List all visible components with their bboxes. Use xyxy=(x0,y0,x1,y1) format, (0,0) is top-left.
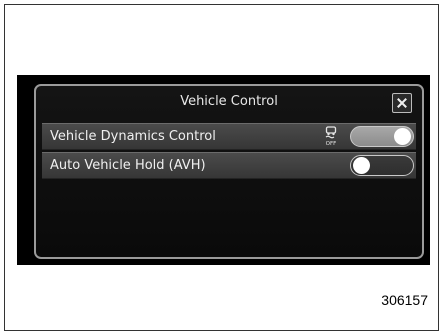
vehicle-dynamics-control-toggle[interactable] xyxy=(350,126,414,147)
setting-row-vehicle-dynamics-control[interactable]: Vehicle Dynamics Control OFF xyxy=(42,123,416,150)
setting-label: Auto Vehicle Hold (AVH) xyxy=(50,158,206,173)
vehicle-control-dialog: Vehicle Control Vehicle Dynamics Control… xyxy=(34,84,424,259)
setting-row-auto-vehicle-hold[interactable]: Auto Vehicle Hold (AVH) xyxy=(42,152,416,179)
auto-vehicle-hold-toggle[interactable] xyxy=(350,155,414,176)
setting-label: Vehicle Dynamics Control xyxy=(50,129,216,144)
dialog-title: Vehicle Control xyxy=(180,94,278,109)
svg-text:OFF: OFF xyxy=(326,141,337,146)
toggle-knob xyxy=(353,157,370,174)
toggle-knob xyxy=(394,128,411,145)
figure-number: 306157 xyxy=(381,292,428,308)
vdc-off-icon: OFF xyxy=(325,126,337,146)
figure-frame: Vehicle Control Vehicle Dynamics Control… xyxy=(4,4,439,331)
close-icon[interactable] xyxy=(392,93,412,113)
